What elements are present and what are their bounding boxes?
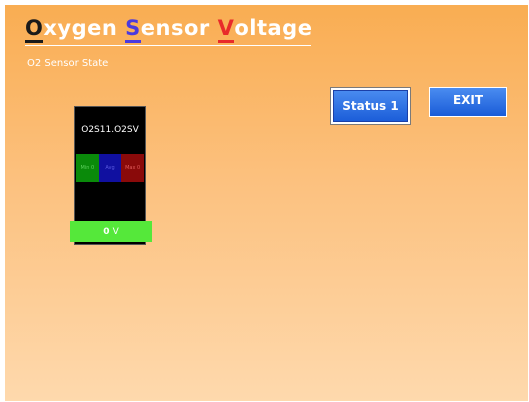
- gauge-value-readout: 0 V: [70, 221, 152, 242]
- gauge-value: 0: [103, 226, 110, 237]
- gauge-bands: Min 0 Avg Max 0: [76, 154, 145, 182]
- gauge-mid-label: Avg: [105, 165, 115, 171]
- status-button[interactable]: Status 1: [330, 87, 411, 125]
- section-subtitle: O2 Sensor State: [27, 58, 109, 69]
- page-title: Oxygen Sensor Voltage: [25, 16, 313, 43]
- title-initial-v: V: [217, 16, 235, 43]
- title-underline: [25, 45, 311, 46]
- title-initial-o: O: [25, 16, 44, 43]
- exit-button[interactable]: EXIT: [429, 87, 507, 117]
- gauge-band-max: Max 0: [121, 154, 145, 182]
- title-initial-s: S: [125, 16, 141, 43]
- app-window: Oxygen Sensor Voltage O2 Sensor State St…: [5, 5, 528, 401]
- gauge-label: O2S11.O2SV: [81, 125, 139, 135]
- title-word-oxygen: xygen: [43, 16, 126, 40]
- gauge-min-label: Min: [80, 165, 90, 171]
- status-button-label: Status 1: [342, 99, 399, 113]
- gauge-max-label: Max: [125, 165, 136, 171]
- gauge-unit: V: [112, 226, 119, 237]
- gauge-band-min: Min 0: [76, 154, 99, 182]
- title-word-sensor: ensor: [140, 16, 218, 40]
- exit-button-label: EXIT: [452, 93, 484, 107]
- gauge-band-mid: Avg: [98, 154, 122, 182]
- gauge-min-value: 0: [90, 165, 95, 171]
- gauge-max-value: 0: [137, 165, 141, 171]
- title-word-voltage: oltage: [234, 16, 313, 40]
